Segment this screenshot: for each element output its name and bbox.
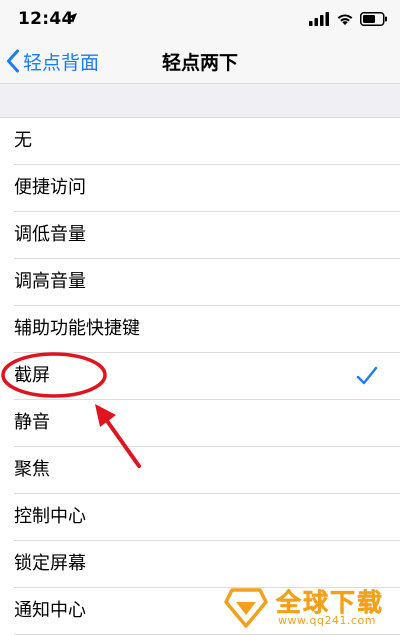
- signal-icon: [309, 12, 329, 26]
- status-bar: 12:44: [0, 0, 400, 40]
- option-label: 调高音量: [14, 271, 86, 292]
- option-row-focus[interactable]: 聚焦: [0, 447, 400, 494]
- option-row-notification-center[interactable]: 通知中心: [0, 588, 400, 635]
- option-label: 控制中心: [14, 506, 86, 527]
- option-label: 便捷访问: [14, 177, 86, 198]
- option-row-screenshot[interactable]: 截屏: [0, 353, 400, 400]
- battery-icon: [360, 12, 387, 26]
- option-row-volume-down[interactable]: 调低音量: [0, 212, 400, 259]
- option-label: 无: [14, 130, 32, 151]
- page-title: 轻点两下: [161, 52, 238, 74]
- option-row-control-center[interactable]: 控制中心: [0, 494, 400, 541]
- options-list: 无 便捷访问 调低音量 调高音量 辅助功能快捷键 截屏 静音 聚焦 控制中心 锁…: [0, 118, 400, 635]
- location-arrow-icon: [67, 13, 77, 23]
- option-row-accessibility-shortcut[interactable]: 辅助功能快捷键: [0, 306, 400, 353]
- wifi-icon: [337, 14, 353, 25]
- checkmark-icon: [356, 366, 378, 385]
- option-row-lock-screen[interactable]: 锁定屏幕: [0, 541, 400, 588]
- option-label: 静音: [14, 412, 50, 433]
- option-label: 调低音量: [14, 224, 86, 245]
- option-row-volume-up[interactable]: 调高音量: [0, 259, 400, 306]
- section-spacer: [0, 84, 400, 118]
- option-label: 聚焦: [14, 459, 50, 480]
- option-label: 锁定屏幕: [14, 553, 86, 574]
- option-label: 辅助功能快捷键: [14, 318, 140, 339]
- option-label: 通知中心: [14, 600, 86, 621]
- navigation-bar: 轻点背面 轻点两下: [0, 40, 400, 84]
- option-label: 截屏: [14, 365, 50, 386]
- option-row-none[interactable]: 无: [0, 118, 400, 165]
- option-row-reachability[interactable]: 便捷访问: [0, 165, 400, 212]
- option-row-mute[interactable]: 静音: [0, 400, 400, 447]
